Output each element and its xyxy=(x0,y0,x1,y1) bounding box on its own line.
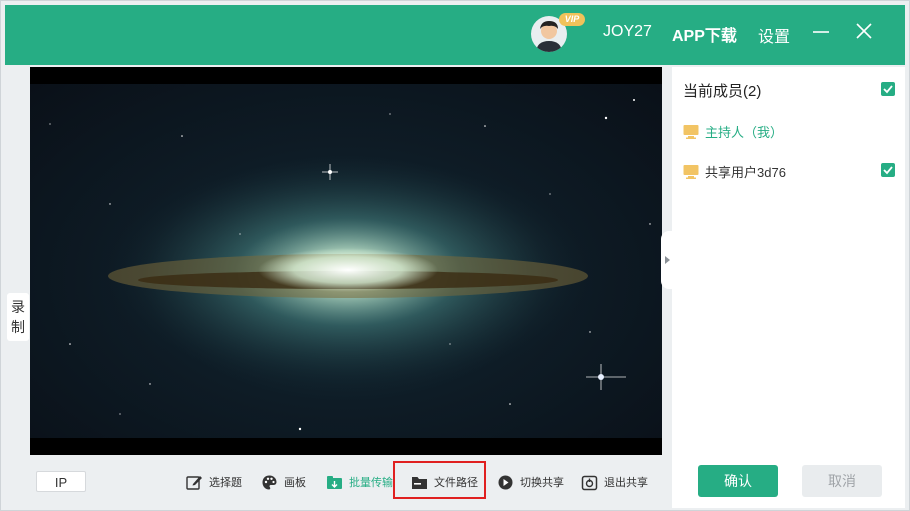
edit-icon xyxy=(186,475,202,490)
galaxy-image xyxy=(30,84,662,438)
settings-link[interactable]: 设置 xyxy=(758,23,790,47)
checkmark-icon xyxy=(883,166,893,175)
tool-exit-share[interactable]: 退出共享 xyxy=(581,471,648,493)
switch-share-icon xyxy=(498,475,513,489)
member-checkbox[interactable] xyxy=(881,163,895,177)
tool-label: 退出共享 xyxy=(604,477,648,489)
exit-share-icon xyxy=(581,475,598,490)
tool-label: 选择题 xyxy=(209,477,242,489)
minimize-icon[interactable] xyxy=(809,19,833,43)
batch-transfer-icon xyxy=(327,475,342,489)
tool-batch-transfer[interactable]: 批量传输 xyxy=(326,471,393,493)
highlight-frame xyxy=(393,461,486,499)
tool-select-question[interactable]: 选择题 xyxy=(186,471,242,493)
shared-screen-view xyxy=(30,67,662,455)
record-label-line2: 制 xyxy=(11,319,25,335)
member-host[interactable]: 主持人（我） xyxy=(683,122,783,141)
palette-icon xyxy=(262,475,277,489)
app-window: VIP JOY27 APP下载 设置 录 制 IP 选择题 画板 批量传输 文件… xyxy=(0,0,910,511)
tool-label: 切换共享 xyxy=(520,477,564,489)
checkmark-icon xyxy=(883,85,893,94)
tool-whiteboard[interactable]: 画板 xyxy=(261,471,306,493)
vip-badge: VIP xyxy=(559,13,585,26)
monitor-icon xyxy=(683,164,699,179)
tool-switch-share[interactable]: 切换共享 xyxy=(497,471,564,493)
record-tab[interactable]: 录 制 xyxy=(7,293,29,341)
member-shared-user[interactable]: 共享用户3d76 xyxy=(683,162,786,181)
app-download-link[interactable]: APP下载 xyxy=(672,22,737,46)
record-label-line1: 录 xyxy=(11,299,25,315)
tool-label: 批量传输 xyxy=(349,477,393,489)
confirm-button[interactable]: 确认 xyxy=(698,465,778,497)
monitor-icon xyxy=(683,124,699,139)
select-all-checkbox[interactable] xyxy=(881,82,895,96)
member-label: 主持人（我） xyxy=(705,125,784,140)
member-label: 共享用户3d76 xyxy=(705,165,786,180)
members-title: 当前成员(2) xyxy=(683,83,762,100)
panel-collapse-handle[interactable] xyxy=(661,231,674,289)
cancel-button[interactable]: 取消 xyxy=(802,465,882,497)
caret-right-icon xyxy=(665,256,670,264)
close-icon[interactable] xyxy=(852,19,876,43)
ip-button[interactable]: IP xyxy=(36,471,86,492)
tool-label: 画板 xyxy=(284,477,306,489)
username[interactable]: JOY27 xyxy=(603,23,652,41)
